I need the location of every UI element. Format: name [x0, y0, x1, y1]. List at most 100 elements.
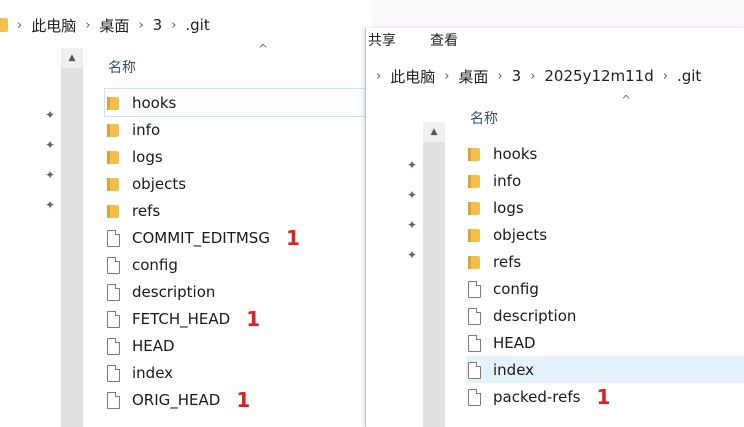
file-icon [105, 283, 123, 301]
red-annotation-mark: 1 [596, 384, 611, 409]
file-row[interactable]: info [105, 116, 372, 143]
file-icon [466, 334, 484, 352]
ribbon-menu: 共享 查看 [368, 29, 492, 51]
pin-icon: ✦ [44, 198, 56, 212]
file-row[interactable]: HEAD [105, 332, 372, 359]
pin-icon: ✦ [406, 188, 418, 202]
file-name: description [493, 306, 577, 325]
chevron-right-icon: › [85, 17, 91, 33]
scroll-up-icon[interactable]: ▲ [423, 122, 445, 142]
file-name: FETCH_HEAD [132, 309, 231, 328]
left-breadcrumb[interactable]: › 此电脑 › 桌面 › 3 › .git [0, 12, 210, 38]
pin-icon: ✦ [406, 158, 418, 172]
red-annotation-mark: 1 [246, 306, 261, 331]
file-name: index [493, 360, 535, 379]
folder-icon [466, 199, 484, 217]
file-row[interactable]: index [105, 359, 372, 386]
background-window-strip [372, 0, 744, 29]
left-nav-scrollbar[interactable]: ▲ [61, 48, 83, 427]
file-name: index [132, 363, 174, 382]
breadcrumb-item[interactable]: 2025y12m11d [544, 67, 653, 85]
pin-icon: ✦ [44, 168, 56, 182]
file-row[interactable]: config [105, 251, 372, 278]
menu-share[interactable]: 共享 [368, 30, 396, 50]
file-name: HEAD [493, 333, 536, 352]
file-row[interactable]: logs [466, 194, 744, 221]
file-row[interactable]: description [466, 302, 744, 329]
file-name: packed-refs [493, 387, 581, 406]
breadcrumb-item[interactable]: 桌面 [99, 15, 129, 36]
breadcrumb-item[interactable]: 此电脑 [390, 66, 435, 87]
file-name: hooks [132, 93, 177, 112]
file-icon [105, 364, 123, 382]
pin-icon: ✦ [406, 248, 418, 262]
file-row[interactable]: index [466, 356, 744, 383]
file-row[interactable]: hooks [104, 88, 372, 117]
file-icon [105, 337, 123, 355]
pin-icon: ✦ [406, 218, 418, 232]
chevron-right-icon: › [376, 68, 382, 84]
chevron-right-icon: › [662, 68, 668, 84]
file-row[interactable]: HEAD [466, 329, 744, 356]
folder-icon [105, 94, 123, 112]
file-row[interactable]: description [105, 278, 372, 305]
file-row[interactable]: objects [466, 221, 744, 248]
scroll-up-icon[interactable]: ▲ [61, 48, 83, 68]
file-row[interactable]: refs [466, 248, 744, 275]
file-name: ORIG_HEAD [132, 390, 221, 409]
file-icon [105, 256, 123, 274]
file-row[interactable]: hooks [466, 140, 744, 167]
sort-up-icon[interactable]: ^ [258, 42, 268, 56]
file-name: description [132, 282, 216, 301]
right-breadcrumb[interactable]: › 此电脑 › 桌面 › 3 › 2025y12m11d › .git [376, 63, 701, 89]
file-row[interactable]: packed-refs 1 [466, 383, 744, 410]
file-name: refs [132, 201, 161, 220]
file-icon [105, 391, 123, 409]
file-row[interactable]: refs [105, 197, 372, 224]
breadcrumb-item[interactable]: 3 [153, 16, 163, 34]
red-annotation-mark: 1 [285, 225, 300, 250]
right-nav-scrollbar[interactable]: ▲ [423, 122, 445, 427]
file-row[interactable]: info [466, 167, 744, 194]
chevron-right-icon: › [171, 17, 177, 33]
file-icon [466, 307, 484, 325]
breadcrumb-item[interactable]: 3 [512, 67, 522, 85]
folder-icon [0, 18, 8, 32]
file-name: info [493, 171, 522, 190]
file-name: objects [493, 225, 548, 244]
breadcrumb-item[interactable]: .git [677, 67, 701, 85]
folder-icon [466, 226, 484, 244]
file-name: config [132, 255, 178, 274]
left-file-list: hooks info logs objects refs COMMIT_EDITMSG 1 c… [104, 88, 372, 413]
folder-icon [105, 175, 123, 193]
file-name: refs [493, 252, 522, 271]
file-row[interactable]: ORIG_HEAD 1 [105, 386, 372, 413]
right-file-list: hooks info logs objects refs config descriptio… [466, 140, 744, 410]
file-row[interactable]: COMMIT_EDITMSG 1 [105, 224, 372, 251]
column-header-name[interactable]: 名称 [108, 57, 136, 77]
file-row[interactable]: FETCH_HEAD 1 [105, 305, 372, 332]
breadcrumb-item[interactable]: .git [185, 16, 209, 34]
pin-icon: ✦ [44, 108, 56, 122]
breadcrumb-item[interactable]: 桌面 [458, 66, 488, 87]
breadcrumb-item[interactable]: 此电脑 [31, 15, 76, 36]
file-name: logs [493, 198, 524, 217]
column-header-name[interactable]: 名称 [470, 108, 498, 128]
folder-icon [105, 202, 123, 220]
file-icon [466, 280, 484, 298]
menu-view[interactable]: 查看 [430, 30, 458, 50]
folder-icon [105, 148, 123, 166]
file-name: hooks [493, 144, 538, 163]
folder-icon [466, 253, 484, 271]
file-row[interactable]: config [466, 275, 744, 302]
file-row[interactable]: logs [105, 143, 372, 170]
chevron-right-icon: › [497, 68, 503, 84]
file-name: config [493, 279, 539, 298]
chevron-right-icon: › [17, 17, 23, 33]
file-row[interactable]: objects [105, 170, 372, 197]
red-annotation-mark: 1 [236, 387, 251, 412]
file-name: logs [132, 147, 163, 166]
sort-up-icon[interactable]: ^ [621, 93, 631, 107]
file-name: objects [132, 174, 187, 193]
file-name: HEAD [132, 336, 175, 355]
